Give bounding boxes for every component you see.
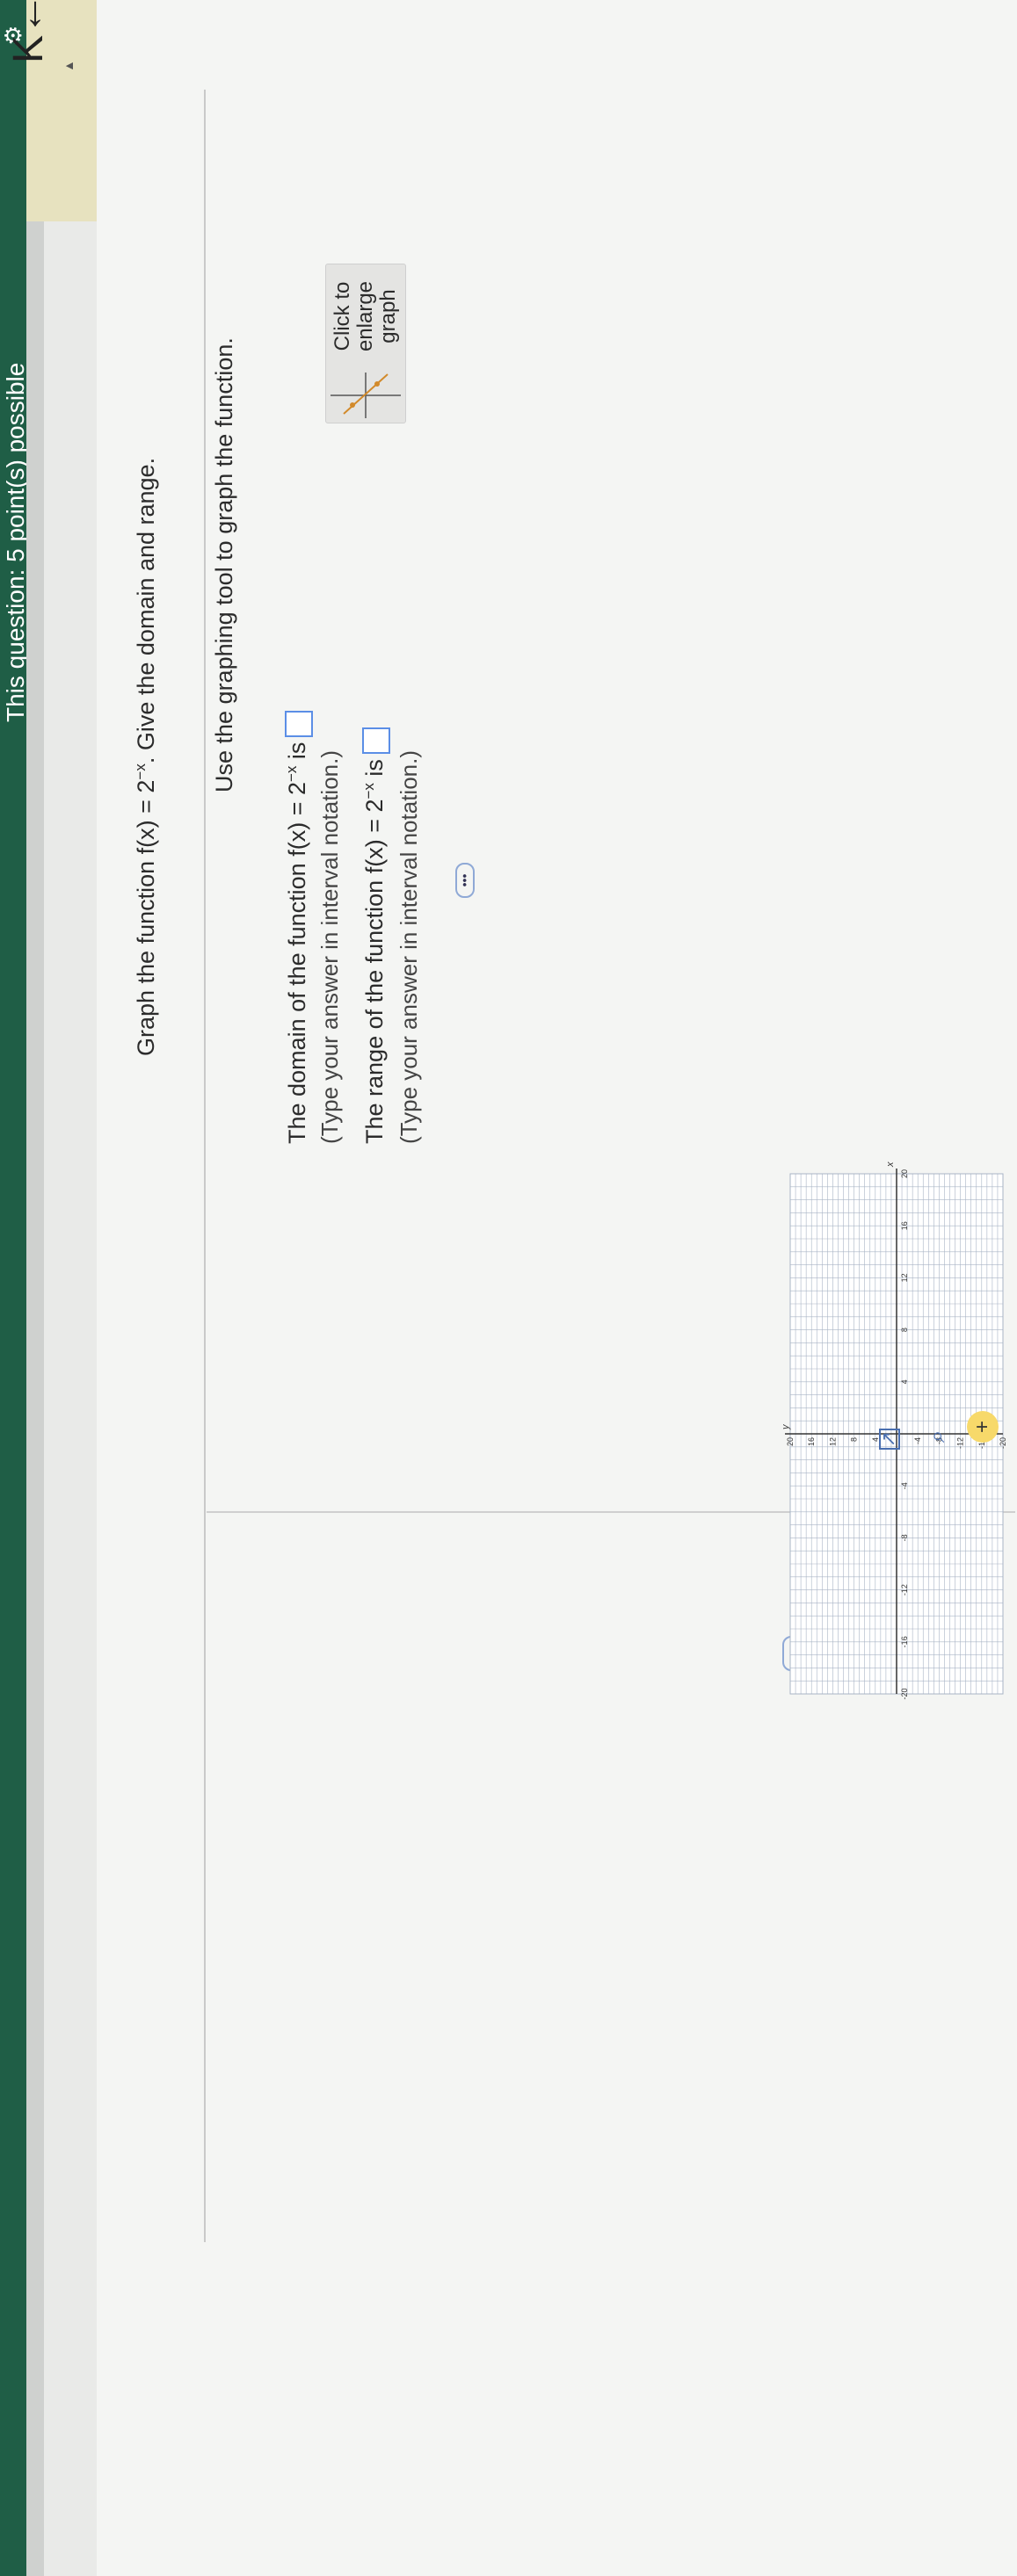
x-tick-label: -4	[900, 1482, 909, 1489]
domain-exponent: −x	[283, 765, 300, 783]
domain-hint: (Type your answer in interval notation.)	[316, 750, 343, 1144]
domain-prompt: The domain of the function f(x) = 2−x is	[283, 710, 313, 1144]
enlarge-line1: Click to	[331, 281, 354, 351]
zoom-out-icon[interactable]: ⌕	[923, 1429, 951, 1443]
range-answer-input[interactable]	[361, 727, 390, 755]
x-tick-label: -8	[900, 1534, 909, 1541]
range-exponent: −x	[360, 783, 377, 800]
y-axis-label: y	[781, 1423, 791, 1430]
navigation-bar: ▲	[26, 0, 97, 2576]
range-suffix: is	[361, 759, 388, 784]
x-tick-label: 20	[900, 1169, 909, 1178]
y-tick-label: -20	[999, 1437, 1007, 1449]
zoom-in-icon[interactable]: +	[967, 1411, 999, 1443]
y-tick-label: 8	[850, 1437, 859, 1442]
expand-question-button[interactable]: •••	[455, 863, 475, 898]
progress-strip	[26, 0, 44, 2576]
x-tick-label: -20	[900, 1688, 909, 1699]
domain-suffix: is	[284, 742, 310, 766]
enlarge-graph-label: Click to enlarge graph	[331, 268, 400, 365]
x-tick-label: -16	[900, 1636, 909, 1647]
graph-thumbnail-icon	[331, 373, 401, 418]
rotated-page: This question: 5 point(s) possible ⚙ ▲ K…	[0, 0, 1017, 2576]
x-tick-label: -12	[900, 1584, 909, 1596]
popout-icon[interactable]: ↗	[877, 1429, 900, 1450]
top-header-bar: This question: 5 point(s) possible ⚙	[0, 0, 29, 2576]
domain-prefix: The domain of the function f(x) = 2	[284, 782, 310, 1144]
instruction-text: Use the graphing tool to graph the funct…	[211, 337, 237, 792]
y-tick-label: 12	[828, 1437, 837, 1446]
enlarge-line2: enlarge	[353, 280, 377, 352]
range-hint: (Type your answer in interval notation.)	[396, 750, 422, 1144]
domain-answer-input[interactable]	[284, 710, 313, 737]
range-prompt: The range of the function f(x) = 2−x is	[360, 727, 390, 1144]
collapse-triangle-icon[interactable]: ▲	[62, 60, 76, 72]
y-tick-label: 20	[786, 1437, 795, 1446]
question-title: Graph the function f(x) = 2−x. Give the …	[132, 458, 160, 1056]
y-tick-label: -4	[913, 1437, 922, 1444]
x-tick-label: 8	[900, 1328, 909, 1332]
range-prefix: The range of the function f(x) = 2	[361, 799, 388, 1144]
y-tick-label: -12	[956, 1437, 965, 1449]
question-divider	[204, 90, 206, 2242]
x-tick-label: 16	[900, 1221, 909, 1230]
question-title-suffix: . Give the domain and range.	[133, 457, 159, 764]
question-exponent: −x	[132, 763, 149, 780]
x-tick-label: 4	[900, 1379, 909, 1384]
enlarge-line3: graph	[376, 289, 400, 344]
enlarge-graph-button[interactable]: Click to enlarge graph	[325, 264, 406, 423]
y-tick-label: 16	[807, 1437, 816, 1446]
question-title-prefix: Graph the function f(x) = 2	[133, 779, 159, 1056]
x-axis-label: x	[885, 1161, 896, 1168]
x-tick-label: 12	[900, 1273, 909, 1282]
back-to-start-icon[interactable]: K←	[4, 0, 53, 63]
